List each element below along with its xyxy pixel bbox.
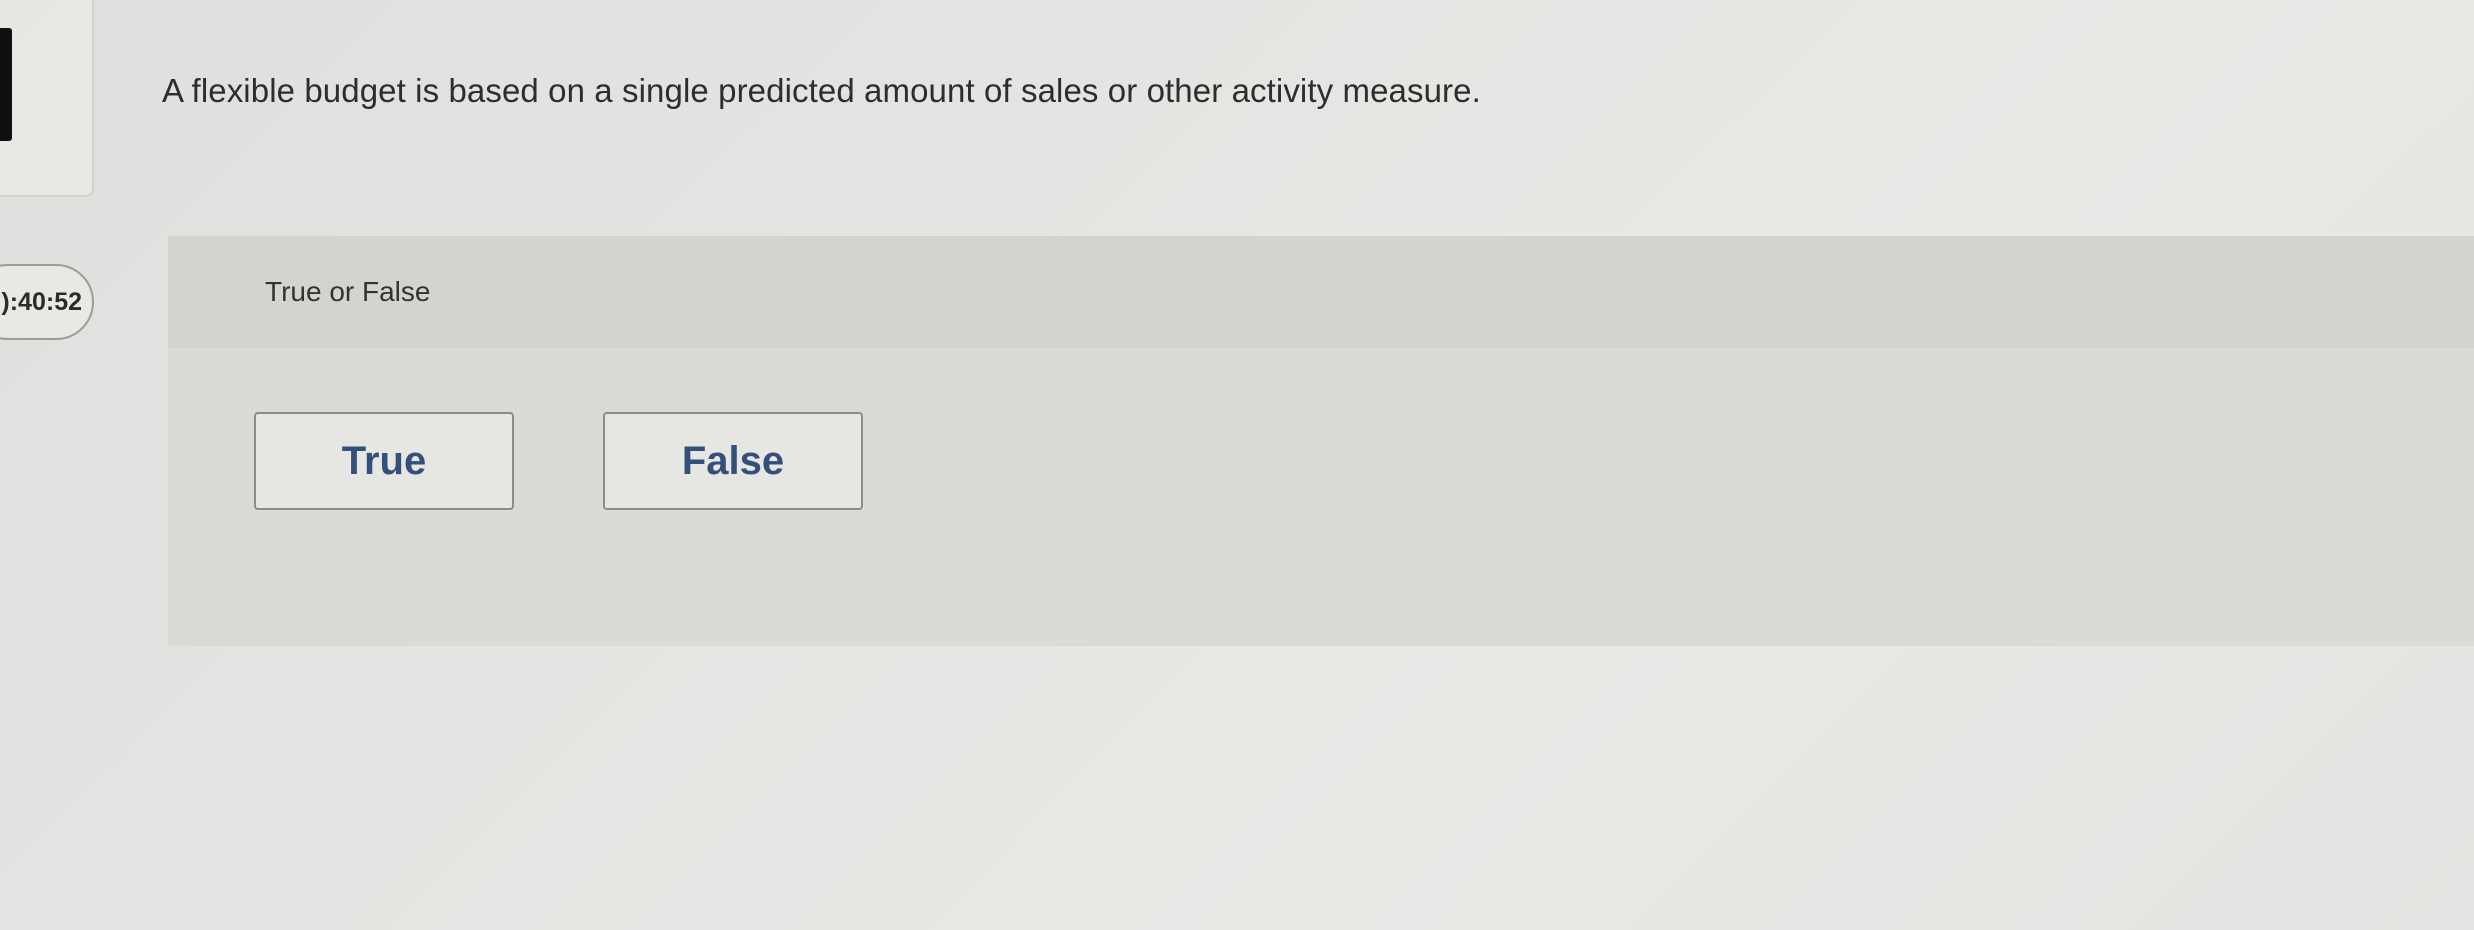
true-button[interactable]: True <box>254 412 514 510</box>
left-rail <box>0 0 94 197</box>
false-button[interactable]: False <box>603 412 863 510</box>
question-text: A flexible budget is based on a single p… <box>162 72 1481 109</box>
timer: ):40:52 <box>0 264 94 340</box>
side-indicator-bar <box>0 28 12 141</box>
panel-header: True or False <box>168 236 2474 348</box>
answer-panel: True or False True False <box>168 236 2474 646</box>
question-type-label: True or False <box>265 276 431 307</box>
